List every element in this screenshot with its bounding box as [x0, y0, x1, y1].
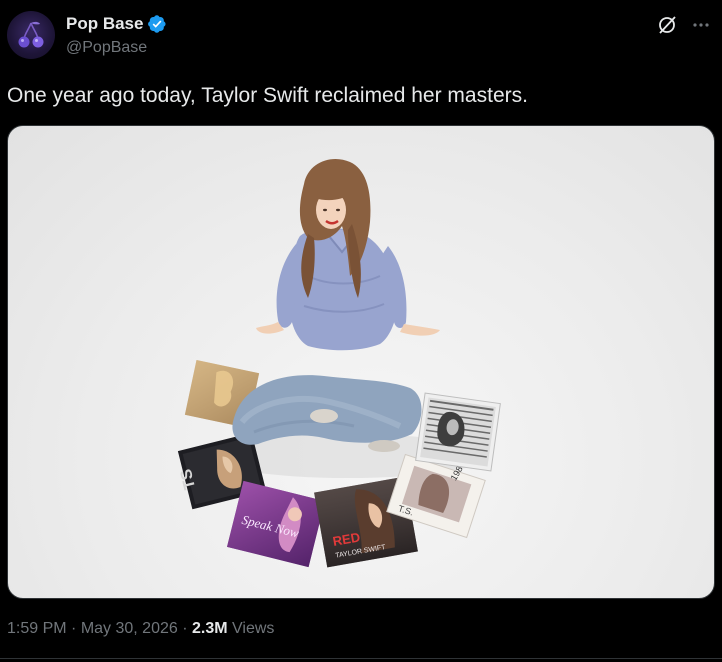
tweet-time[interactable]: 1:59 PM: [7, 620, 67, 637]
avatar[interactable]: [7, 11, 55, 59]
tweet: Pop Base @PopBase One year ago today, Ta…: [0, 0, 722, 662]
views-count: 2.3M: [191, 620, 228, 637]
verified-badge-icon[interactable]: [147, 14, 167, 34]
author-display-name[interactable]: Pop Base: [66, 14, 143, 34]
meta-separator: ·: [177, 620, 192, 637]
divider: [0, 658, 722, 659]
grok-icon[interactable]: [656, 14, 678, 36]
person: [232, 158, 440, 452]
photo-illustration: TS Speak Now RED TAYLOR SWIFT T.S. 1989: [178, 158, 501, 568]
more-horizontal-icon[interactable]: [690, 14, 712, 36]
author-name-row: Pop Base: [66, 14, 167, 34]
album-reputation: [415, 392, 501, 472]
tweet-date[interactable]: May 30, 2026: [81, 620, 178, 637]
author-handle[interactable]: @PopBase: [66, 39, 147, 57]
tweet-meta: 1:59 PM · May 30, 2026 · 2.3M Views: [7, 620, 274, 638]
album-speak-now: Speak Now: [227, 480, 325, 568]
cherries-icon: [18, 21, 44, 48]
tweet-photo[interactable]: TS Speak Now RED TAYLOR SWIFT T.S. 1989: [7, 125, 715, 599]
tweet-text: One year ago today, Taylor Swift reclaim…: [7, 84, 528, 107]
meta-separator: ·: [66, 620, 81, 637]
views-label: Views: [227, 620, 275, 637]
